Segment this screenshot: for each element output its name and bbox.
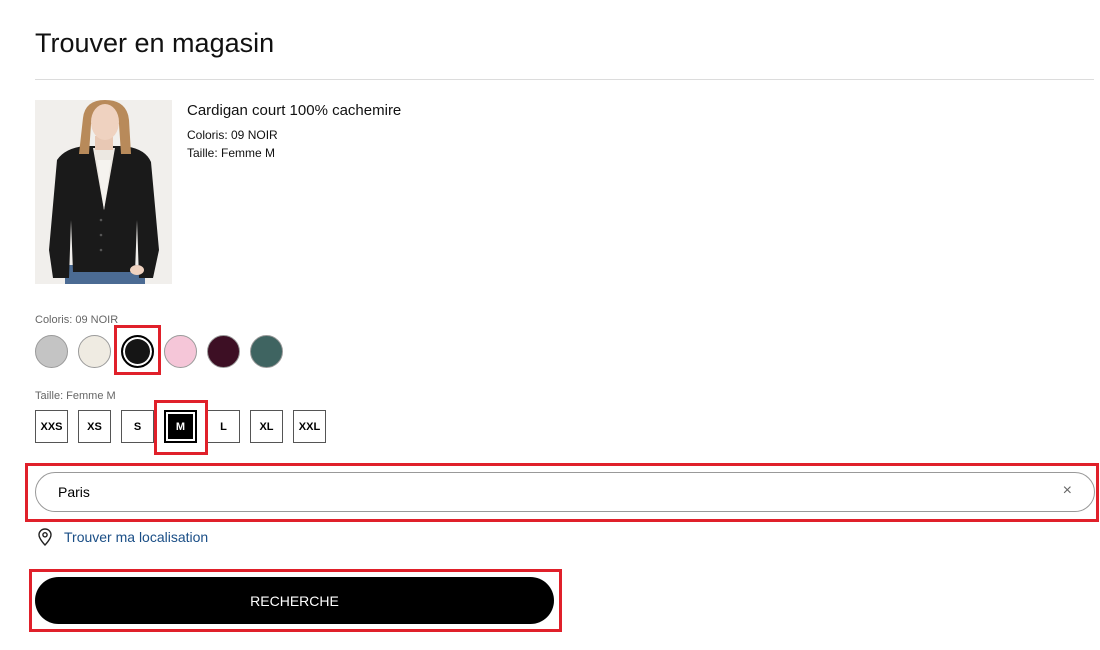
find-my-location-link[interactable]: Trouver ma localisation [37,528,208,546]
colour-swatch-cream[interactable] [78,335,111,368]
size-selector-label: Taille: Femme M [35,390,116,402]
colour-swatch-black[interactable] [121,335,154,368]
size-button-l[interactable]: L [207,410,240,443]
size-button-xxl[interactable]: XXL [293,410,326,443]
colour-swatch-grey[interactable] [35,335,68,368]
product-size-info: Taille: Femme M [187,146,276,160]
colour-swatch-burgundy[interactable] [207,335,240,368]
header-divider [35,79,1094,80]
clear-icon[interactable]: × [1063,483,1072,499]
colour-selector-label: Coloris: 09 NOIR [35,314,119,326]
size-button-s[interactable]: S [121,410,154,443]
location-search-field: × [35,472,1095,512]
product-colour-info: Coloris: 09 NOIR [187,128,278,142]
product-image [35,100,172,284]
page-title: Trouver en magasin [35,28,275,58]
search-button[interactable]: RECHERCHE [35,577,554,624]
size-button-xl[interactable]: XL [250,410,283,443]
find-my-location-label: Trouver ma localisation [64,529,209,545]
location-pin-icon [38,528,52,546]
product-name: Cardigan court 100% cachemire [187,102,402,119]
size-button-xs[interactable]: XS [78,410,111,443]
location-search-input[interactable] [58,473,1038,511]
colour-swatch-teal[interactable] [250,335,283,368]
size-button-m[interactable]: M [164,410,197,443]
colour-swatch-pink[interactable] [164,335,197,368]
size-button-xxs[interactable]: XXS [35,410,68,443]
